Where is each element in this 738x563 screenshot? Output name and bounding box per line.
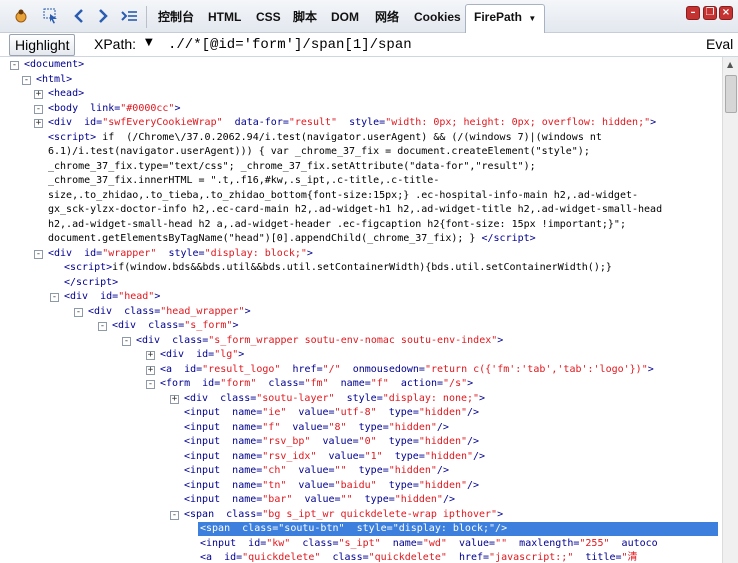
collapse-toggle-icon[interactable]: - (122, 336, 131, 346)
expand-toggle-icon[interactable]: + (146, 351, 155, 360)
toolbar-separator (146, 6, 147, 28)
dom-node[interactable]: <a id="quickdelete" class="quickdelete" … (200, 551, 638, 563)
inspect-element-icon[interactable] (42, 7, 60, 25)
back-arrow-icon[interactable] (70, 7, 88, 25)
dom-node[interactable]: <input name="bar" value="" type="hidden"… (184, 493, 455, 507)
firebug-toolbar: 控制台 HTML CSS 脚本 DOM 网络 Cookies FirePath … (0, 0, 738, 33)
dom-node[interactable]: <div class="soutu-layer" style="display:… (184, 392, 485, 406)
firebug-bug-icon[interactable] (12, 7, 30, 25)
collapse-toggle-icon[interactable]: - (146, 380, 155, 389)
tab-cookies[interactable]: Cookies (410, 5, 465, 29)
dom-node[interactable]: document.getElementsByTagName("head")[0]… (48, 232, 536, 246)
dom-node[interactable]: <html> (36, 73, 72, 87)
xpath-selector-label[interactable]: XPath: (94, 36, 136, 52)
collapse-toggle-icon[interactable]: - (22, 75, 31, 85)
dom-node[interactable]: <span class="bg s_ipt_wr quickdelete-wra… (184, 508, 503, 522)
dom-node[interactable]: <div class="s_form_wrapper soutu-env-nom… (136, 334, 503, 348)
dom-node[interactable]: <div id="swfEveryCookieWrap" data-for="r… (48, 116, 656, 130)
dom-node[interactable]: h2,.ad-widget-small-head h2 a,.ad-widget… (48, 218, 626, 232)
dom-node[interactable]: <script>if(window.bds&&bds.util&&bds.uti… (64, 261, 612, 275)
dom-node[interactable]: <input name="ie" value="utf-8" type="hid… (184, 406, 479, 420)
expand-toggle-icon[interactable]: + (146, 365, 155, 375)
tab-firepath[interactable]: FirePath ▼ (465, 4, 546, 33)
collapse-toggle-icon[interactable]: - (98, 322, 107, 331)
collapse-toggle-icon[interactable]: - (170, 510, 179, 520)
dom-node[interactable]: <div class="s_form"> (112, 319, 238, 333)
tab-css[interactable]: CSS (252, 5, 285, 29)
tab-script[interactable]: 脚本 (289, 5, 321, 29)
collapse-toggle-icon[interactable]: - (10, 61, 19, 70)
forward-arrow-icon[interactable] (94, 7, 112, 25)
tab-firepath-label: FirePath (474, 10, 523, 24)
dom-node[interactable]: <input name="ch" value="" type="hidden"/… (184, 464, 449, 478)
xpath-input[interactable] (160, 35, 700, 55)
tab-html[interactable]: HTML (204, 5, 245, 29)
tab-console[interactable]: 控制台 (154, 5, 198, 29)
dom-tree: - <document> - <html> + <head> - <body link="#0… (0, 57, 720, 563)
collapse-toggle-icon[interactable]: - (74, 307, 83, 317)
chevron-down-icon[interactable]: ▼ (145, 37, 153, 48)
highlight-button[interactable]: Highlight (9, 34, 76, 56)
dom-node[interactable]: 6.1)/i.test(navigator.userAgent))) { var… (48, 145, 590, 159)
dom-node[interactable]: <div id="wrapper" style="display: block;… (48, 247, 313, 261)
expand-toggle-icon[interactable]: + (34, 119, 43, 128)
dom-node[interactable]: _chrome_37_fix.type="text/css"; _chrome_… (48, 160, 536, 174)
scroll-up-icon[interactable]: ▲ (727, 60, 733, 69)
command-line-icon[interactable] (120, 7, 138, 25)
dom-node[interactable]: </script> (64, 276, 118, 290)
expand-toggle-icon[interactable]: + (170, 394, 179, 404)
dom-node[interactable]: size,.to_zhidao,.to_tieba,.to_zhidao_bot… (48, 189, 638, 203)
dom-node[interactable]: <div id="lg"> (160, 348, 244, 362)
restore-icon[interactable]: ❐ (703, 6, 717, 20)
dom-node[interactable]: <body link="#0000cc"> (48, 102, 180, 116)
dom-node[interactable]: <input name="rsv_idx" value="1" type="hi… (184, 450, 485, 464)
tab-dom[interactable]: DOM (327, 5, 363, 29)
minimize-icon[interactable]: – (686, 6, 700, 20)
dom-node[interactable]: <div id="head"> (64, 290, 160, 304)
dom-node[interactable]: <input name="f" value="8" type="hidden"/… (184, 421, 449, 435)
dom-node[interactable]: <document> (24, 58, 84, 72)
dom-node[interactable]: <input id="kw" class="s_ipt" name="wd" v… (200, 537, 658, 551)
chevron-down-icon: ▼ (528, 14, 537, 23)
dom-node[interactable]: <head> (48, 87, 84, 101)
dom-node[interactable]: <input name="tn" value="baidu" type="hid… (184, 479, 479, 493)
dom-node[interactable]: <script> if (/Chrome\/37.0.2062.94/i.tes… (48, 131, 602, 145)
tab-net[interactable]: 网络 (371, 5, 403, 29)
dom-node-selected[interactable]: <span class="soutu-btn" style="display: … (198, 522, 718, 536)
dom-node[interactable]: <a id="result_logo" href="/" onmousedown… (160, 363, 654, 377)
dom-node[interactable]: <form id="form" class="fm" name="f" acti… (160, 377, 473, 391)
dom-node[interactable]: _chrome_37_fix.innerHTML = ".t,.f16,#kw,… (48, 174, 439, 188)
collapse-toggle-icon[interactable]: - (50, 293, 59, 302)
eval-button[interactable]: Eval (706, 36, 733, 52)
dom-node[interactable]: <div class="head_wrapper"> (88, 305, 251, 319)
dom-node[interactable]: <input name="rsv_bp" value="0" type="hid… (184, 435, 479, 449)
vertical-scrollbar[interactable]: ▲ (722, 57, 738, 563)
close-icon[interactable]: × (719, 6, 733, 20)
dom-node[interactable]: gx_sck-ylzx-doctor-info h2,.ec-card-main… (48, 203, 662, 217)
collapse-toggle-icon[interactable]: - (34, 104, 43, 114)
xpath-bar: Highlight XPath: ▼ Eval (0, 33, 738, 57)
scrollbar-thumb[interactable] (725, 75, 737, 113)
collapse-toggle-icon[interactable]: - (34, 249, 43, 259)
expand-toggle-icon[interactable]: + (34, 90, 43, 99)
